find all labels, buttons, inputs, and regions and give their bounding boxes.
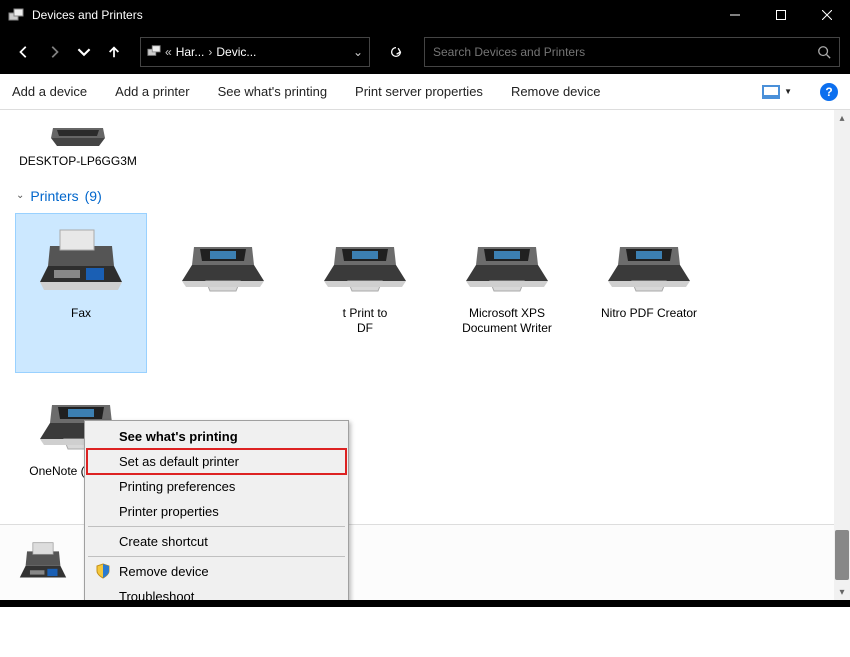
printer-icon [320, 222, 410, 300]
chevron-left-icon: « [165, 45, 172, 59]
devices-icon [8, 7, 24, 23]
printer-item[interactable]: t Print toDF [300, 214, 430, 372]
search-input[interactable] [433, 45, 817, 59]
menu-item-set-as-default-printer[interactable]: Set as default printer [87, 449, 346, 474]
group-count: (9) [85, 188, 102, 204]
folder-icon [147, 44, 161, 61]
menu-item-printer-properties[interactable]: Printer properties [87, 499, 346, 524]
print-server-props-button[interactable]: Print server properties [355, 84, 483, 99]
group-label: Printers [30, 188, 78, 204]
printers-group-header[interactable]: ⌄ Printers (9) [16, 188, 834, 204]
chevron-right-icon: › [208, 45, 212, 59]
toolbar: Add a device Add a printer See what's pr… [0, 74, 850, 110]
printer-item[interactable]: Nitro PDF Creator [584, 214, 714, 372]
device-label: DESKTOP-LP6GG3M [19, 154, 137, 170]
printer-label: Microsoft XPS Document Writer [448, 306, 566, 337]
menu-separator [88, 526, 345, 527]
menu-item-troubleshoot[interactable]: Troubleshoot [87, 584, 346, 600]
scanner-icon [43, 118, 113, 148]
menu-item-create-shortcut[interactable]: Create shortcut [87, 529, 346, 554]
printer-label: Nitro PDF Creator [601, 306, 697, 322]
search-icon [817, 45, 831, 59]
help-button[interactable]: ? [820, 83, 838, 101]
scrollbar[interactable]: ▴ ▾ [834, 110, 850, 600]
window-border [0, 600, 850, 607]
menu-item-printing-preferences[interactable]: Printing preferences [87, 474, 346, 499]
window-title: Devices and Printers [32, 8, 712, 22]
printer-icon [178, 222, 268, 300]
fax-icon [14, 534, 72, 592]
refresh-button[interactable] [382, 38, 410, 66]
scroll-up-button[interactable]: ▴ [834, 110, 850, 126]
fax-item[interactable]: Fax [16, 214, 146, 372]
see-printing-button[interactable]: See what's printing [218, 84, 327, 99]
printer-icon [462, 222, 552, 300]
close-button[interactable] [804, 0, 850, 30]
shield-icon [95, 563, 111, 579]
menu-separator [88, 556, 345, 557]
maximize-button[interactable] [758, 0, 804, 30]
breadcrumb[interactable]: « Har... › Devic... ⌄ [140, 37, 370, 67]
printer-item[interactable] [158, 214, 288, 372]
back-button[interactable] [10, 38, 38, 66]
up-button[interactable] [100, 38, 128, 66]
search-box[interactable] [424, 37, 840, 67]
chevron-down-icon[interactable]: ⌄ [353, 45, 363, 59]
context-menu: See what's printingSet as default printe… [84, 420, 349, 600]
add-printer-button[interactable]: Add a printer [115, 84, 189, 99]
forward-button[interactable] [40, 38, 68, 66]
add-device-button[interactable]: Add a device [12, 84, 87, 99]
title-bar: Devices and Printers [0, 0, 850, 30]
scroll-thumb[interactable] [835, 530, 849, 580]
chevron-down-icon: ⌄ [16, 190, 24, 201]
breadcrumb-segment[interactable]: Devic... [216, 45, 256, 59]
printer-label: t Print toDF [343, 306, 388, 337]
printer-icon [604, 222, 694, 300]
device-item[interactable]: DESKTOP-LP6GG3M [14, 118, 142, 170]
chevron-down-icon: ▼ [784, 87, 792, 96]
content-area: DESKTOP-LP6GG3M ⌄ Printers (9) Fax t Prin… [0, 110, 850, 600]
recent-dropdown[interactable] [70, 38, 98, 66]
printer-item[interactable]: Microsoft XPS Document Writer [442, 214, 572, 372]
scroll-down-button[interactable]: ▾ [834, 584, 850, 600]
printer-label: Fax [71, 306, 91, 322]
nav-bar: « Har... › Devic... ⌄ [0, 30, 850, 74]
remove-device-button[interactable]: Remove device [511, 84, 601, 99]
breadcrumb-segment[interactable]: Har... [176, 45, 205, 59]
minimize-button[interactable] [712, 0, 758, 30]
view-options-button[interactable]: ▼ [762, 85, 792, 99]
menu-item-remove-device[interactable]: Remove device [87, 559, 346, 584]
menu-item-see-what-s-printing[interactable]: See what's printing [87, 424, 346, 449]
fax-icon [36, 222, 126, 300]
